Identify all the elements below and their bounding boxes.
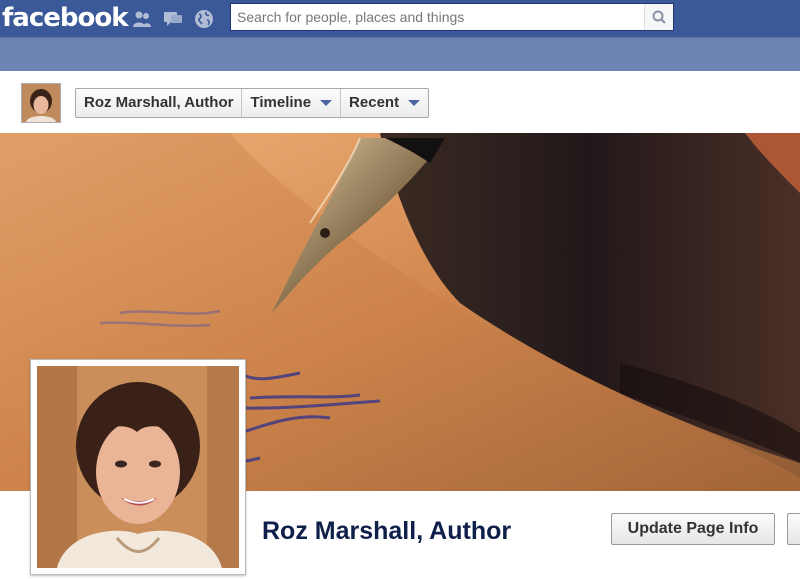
profile-picture xyxy=(37,366,239,568)
update-page-info-button[interactable]: Update Page Info xyxy=(611,513,775,545)
search-input[interactable] xyxy=(231,4,643,30)
search-box xyxy=(230,3,674,31)
secondary-bar xyxy=(0,37,800,71)
chevron-down-icon xyxy=(320,100,333,106)
more-actions-button[interactable] xyxy=(787,513,800,545)
breadcrumb-page-name-label: Roz Marshall, Author xyxy=(84,94,234,111)
recent-label: Recent xyxy=(349,94,400,111)
breadcrumb-page-name[interactable]: Roz Marshall, Author xyxy=(76,89,243,117)
magnifier-icon xyxy=(652,10,666,24)
page-title: Roz Marshall, Author xyxy=(262,517,512,545)
avatar-image xyxy=(22,84,60,122)
profile-picture-frame[interactable] xyxy=(30,359,246,575)
search-button[interactable] xyxy=(644,4,673,30)
friend-requests-icon[interactable] xyxy=(132,9,152,29)
notifications-globe-icon[interactable] xyxy=(194,9,214,29)
timeline-dropdown[interactable]: Timeline xyxy=(242,89,342,117)
breadcrumb: Roz Marshall, Author Timeline Recent xyxy=(75,88,430,118)
top-bar: facebook xyxy=(0,0,800,37)
chevron-down-icon xyxy=(408,100,421,106)
facebook-logo[interactable]: facebook xyxy=(2,1,129,35)
page-thumbnail-avatar[interactable] xyxy=(21,83,61,123)
profile-photo-image xyxy=(37,366,239,568)
messages-icon[interactable] xyxy=(163,9,183,29)
recent-dropdown[interactable]: Recent xyxy=(341,89,428,117)
timeline-label: Timeline xyxy=(250,94,312,111)
